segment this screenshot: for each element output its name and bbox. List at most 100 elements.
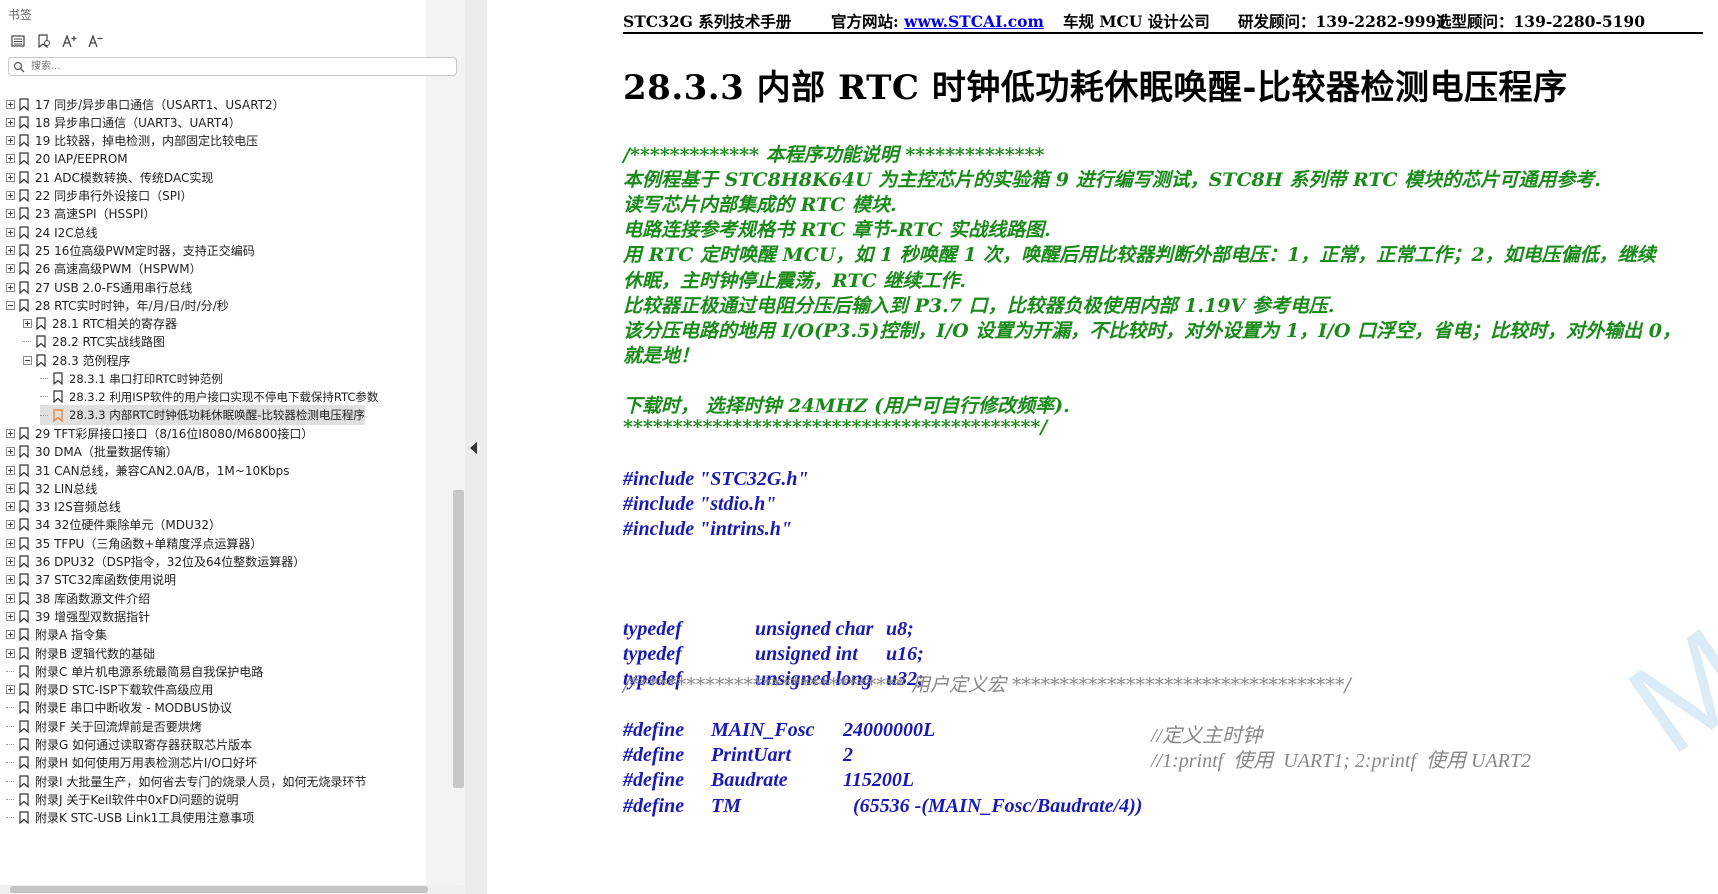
website-link[interactable]: www.STCAI.com bbox=[904, 12, 1044, 31]
bookmark-item[interactable]: 34 32位硬件乘除单元（MDU32） bbox=[6, 515, 221, 535]
bookmark-icon bbox=[19, 225, 29, 239]
bookmark-item[interactable]: 附录I 大批量生产，如何省去专门的烧录人员，如何无烧录环节 bbox=[6, 771, 366, 791]
bookmark-item[interactable]: 29 TFT彩屏接口接口（8/16位I8080/M6800接口） bbox=[6, 423, 313, 443]
bookmark-item[interactable]: 33 I2S音频总线 bbox=[6, 497, 121, 517]
bookmark-item[interactable]: 附录E 串口中断收发 - MODBUS协议 bbox=[6, 698, 232, 718]
bookmark-item[interactable]: 附录B 逻辑代数的基础 bbox=[6, 643, 155, 663]
bookmark-item[interactable]: 37 STC32库函数使用说明 bbox=[6, 570, 176, 590]
expand-icon[interactable] bbox=[6, 483, 15, 493]
bookmark-item[interactable]: 18 异步串口通信（UART3、UART4） bbox=[6, 112, 241, 132]
font-increase-icon[interactable] bbox=[60, 31, 80, 51]
bookmark-label: 附录E 串口中断收发 - MODBUS协议 bbox=[35, 701, 233, 716]
bookmark-item[interactable]: 28.1 RTC相关的寄存器 bbox=[23, 314, 177, 334]
code-token: #define bbox=[623, 744, 685, 767]
document-page: MCU STC32G 系列技术手册 官方网站: www.STCAI.com 车规… bbox=[487, 0, 1718, 894]
tree-line bbox=[40, 392, 49, 401]
expand-icon[interactable] bbox=[6, 630, 15, 640]
bookmark-label: 32 LIN总线 bbox=[35, 481, 98, 496]
comment-line: 本例程基于 STC8H8K64U 为主控芯片的实验箱 9 进行编写测试，STC8… bbox=[623, 169, 1601, 192]
bookmark-item[interactable]: 附录K STC-USB Link1工具使用注意事项 bbox=[6, 808, 254, 828]
expand-icon[interactable] bbox=[23, 319, 32, 329]
bookmark-item[interactable]: 24 I2C总线 bbox=[6, 222, 98, 242]
bookmark-label: 26 高速高级PWM（HSPWM） bbox=[35, 262, 202, 277]
bookmark-item[interactable]: 附录D STC-ISP下载软件高级应用 bbox=[6, 680, 213, 700]
tree-line bbox=[6, 703, 15, 712]
bookmark-item[interactable]: 附录H 如何使用万用表检测芯片I/O口好坏 bbox=[6, 753, 257, 773]
expand-icon[interactable] bbox=[6, 593, 15, 603]
bookmark-icon bbox=[19, 189, 29, 202]
expand-icon[interactable] bbox=[6, 685, 15, 695]
expand-icon[interactable] bbox=[6, 520, 15, 530]
search-input[interactable] bbox=[29, 60, 433, 73]
bookmark-label: 附录K STC-USB Link1工具使用注意事项 bbox=[35, 811, 255, 826]
bookmark-item[interactable]: 36 DPU32（DSP指令，32位及64位整数运算器） bbox=[6, 552, 305, 572]
bookmark-item[interactable]: 39 增强型双数据指针 bbox=[6, 606, 150, 626]
code-token: MAIN_Fosc bbox=[711, 719, 815, 741]
bookmark-item[interactable]: 22 同步串行外设接口（SPI） bbox=[6, 186, 192, 206]
bookmark-item[interactable]: 27 USB 2.0-FS通用串行总线 bbox=[6, 277, 192, 297]
bookmark-item[interactable]: 30 DMA（批量数据传输） bbox=[6, 442, 178, 462]
expand-icon[interactable] bbox=[6, 209, 15, 219]
expand-icon[interactable] bbox=[6, 117, 15, 127]
expand-icon[interactable] bbox=[6, 502, 15, 512]
bookmark-item[interactable]: 附录G 如何通过读取寄存器获取芯片版本 bbox=[6, 735, 252, 755]
expand-icon[interactable] bbox=[6, 465, 15, 475]
expand-icon[interactable] bbox=[6, 191, 15, 200]
bookmark-item[interactable]: 35 TFPU（三角函数+单精度浮点运算器） bbox=[6, 533, 262, 553]
list-icon[interactable] bbox=[8, 31, 28, 51]
bookmark-item[interactable]: 32 LIN总线 bbox=[6, 478, 97, 498]
expand-icon[interactable] bbox=[6, 611, 15, 621]
bookmark-item[interactable]: 28 RTC实时时钟，年/月/日/时/分/秒 bbox=[6, 295, 229, 315]
expand-icon[interactable] bbox=[6, 245, 15, 255]
tree-line bbox=[40, 374, 49, 383]
bookmark-search-box[interactable] bbox=[8, 57, 457, 76]
expand-icon[interactable] bbox=[6, 575, 15, 585]
comment-line: 用 RTC 定时唤醒 MCU，如 1 秒唤醒 1 次，唤醒后用比较器判断外部电压… bbox=[623, 244, 1656, 267]
vertical-scroll-thumb[interactable] bbox=[453, 490, 464, 788]
section-title: 28.3.3 内部 RTC 时钟低功耗休眠唤醒-比较器检测电压程序 bbox=[623, 68, 1568, 108]
bookmark-label: 22 同步串行外设接口（SPI） bbox=[35, 189, 193, 203]
code-token: TM bbox=[711, 794, 741, 817]
expand-icon[interactable] bbox=[6, 154, 15, 164]
bookmark-label: 39 增强型双数据指针 bbox=[35, 609, 151, 624]
expand-icon[interactable] bbox=[6, 428, 15, 438]
bookmark-item[interactable]: 28.3.2 利用ISP软件的用户接口实现不停电下载保持RTC参数 bbox=[40, 387, 378, 407]
expand-icon[interactable] bbox=[6, 538, 15, 548]
bookmark-item[interactable]: 25 16位高级PWM定时器，支持正交编码 bbox=[6, 240, 255, 260]
bookmark-item[interactable]: 38 库函数源文件介绍 bbox=[6, 588, 150, 608]
expand-icon[interactable] bbox=[6, 557, 15, 566]
expand-icon[interactable] bbox=[6, 99, 15, 109]
expand-icon[interactable] bbox=[6, 447, 15, 457]
bookmark-item-selected[interactable]: 28.3.3 内部RTC时钟低功耗休眠唤醒-比较器检测电压程序 bbox=[40, 405, 365, 426]
collapse-panel-arrow-icon[interactable] bbox=[470, 442, 477, 454]
bookmark-item[interactable]: 附录C 单片机电源系统最简易自我保护电路 bbox=[6, 661, 263, 681]
expand-icon[interactable] bbox=[6, 282, 15, 292]
bookmark-item[interactable]: 28.2 RTC实战线路图 bbox=[23, 332, 165, 352]
bookmark-item[interactable]: 19 比较器，掉电检测，内部固定比较电压 bbox=[6, 131, 258, 151]
expand-icon[interactable] bbox=[6, 648, 15, 658]
bookmark-item[interactable]: 31 CAN总线，兼容CAN2.0A/B，1M~10Kbps bbox=[6, 460, 289, 480]
tree-line bbox=[40, 411, 49, 420]
collapse-icon[interactable] bbox=[23, 355, 32, 365]
font-decrease-icon[interactable] bbox=[86, 31, 106, 51]
horizontal-scroll-thumb[interactable] bbox=[10, 886, 428, 893]
bookmark-label: 附录C 单片机电源系统最简易自我保护电路 bbox=[35, 664, 264, 679]
bookmark-item[interactable]: 23 高速SPI（HSSPI） bbox=[6, 204, 156, 224]
expand-icon[interactable] bbox=[6, 264, 15, 274]
tree-line bbox=[23, 337, 32, 346]
bookmark-item[interactable]: 21 ADC模数转换、传统DAC实现 bbox=[6, 167, 213, 187]
expand-icon[interactable] bbox=[6, 172, 15, 182]
bookmark-item[interactable]: 附录F 关于回流焊前是否要烘烤 bbox=[6, 716, 202, 736]
bookmark-search-icon[interactable] bbox=[34, 31, 54, 51]
bookmark-icon bbox=[19, 463, 29, 477]
bookmark-item[interactable]: 20 IAP/EEPROM bbox=[6, 149, 128, 169]
expand-icon[interactable] bbox=[6, 227, 15, 237]
bookmark-item[interactable]: 28.3 范例程序 bbox=[23, 350, 131, 370]
bookmark-item[interactable]: 26 高速高级PWM（HSPWM） bbox=[6, 259, 202, 279]
bookmark-item[interactable]: 附录J 关于Keil软件中0xFD问题的说明 bbox=[6, 789, 239, 809]
collapse-icon[interactable] bbox=[6, 300, 15, 310]
bookmark-item[interactable]: 附录A 指令集 bbox=[6, 625, 107, 645]
bookmark-item[interactable]: 28.3.1 串口打印RTC时钟范例 bbox=[40, 369, 223, 389]
bookmark-item[interactable]: 17 同步/异步串口通信（USART1、USART2） bbox=[6, 94, 285, 114]
expand-icon[interactable] bbox=[6, 136, 15, 146]
